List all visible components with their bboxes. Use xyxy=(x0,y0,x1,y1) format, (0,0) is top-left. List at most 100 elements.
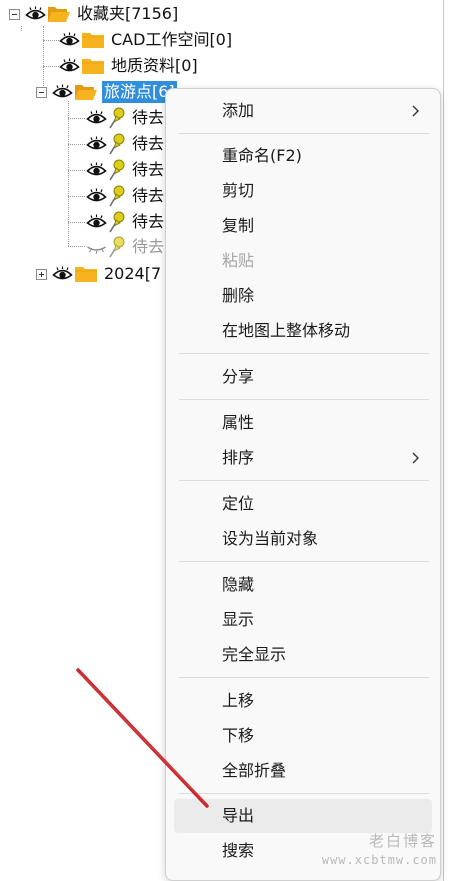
menu-separator xyxy=(179,480,429,481)
menu-item-paste[interactable]: 粘贴 xyxy=(174,244,432,278)
pushpin-icon xyxy=(109,107,125,129)
menu-item-cut[interactable]: 剪切 xyxy=(174,174,432,208)
tree-label[interactable]: 待去 xyxy=(130,107,166,129)
menu-item-label: 隐藏 xyxy=(222,575,255,594)
menu-item-add[interactable]: 添加 xyxy=(174,94,432,128)
tree-row-placemark[interactable]: 待去 xyxy=(86,157,166,183)
tree-label[interactable]: 待去 xyxy=(130,236,166,258)
eye-icon[interactable] xyxy=(86,136,107,152)
tree-connector xyxy=(68,196,85,197)
tree-connector xyxy=(68,246,85,247)
tree-row-placemark[interactable]: 待去 xyxy=(86,183,166,209)
menu-item-rename[interactable]: 重命名(F2) xyxy=(174,139,432,173)
menu-item-label: 导出 xyxy=(222,806,255,825)
tree-connector xyxy=(68,101,69,246)
pushpin-icon xyxy=(109,236,125,258)
eye-icon[interactable] xyxy=(86,110,107,126)
pushpin-icon xyxy=(109,211,125,233)
tree-label[interactable]: 待去 xyxy=(130,211,166,233)
tree-row-2024[interactable]: 2024[7 xyxy=(36,261,163,287)
collapse-toggle[interactable] xyxy=(9,8,20,20)
tree-label[interactable]: 地质资料[0] xyxy=(109,55,200,77)
tree-row-cad-workspace[interactable]: CAD工作空间[0] xyxy=(59,27,234,53)
eye-icon[interactable] xyxy=(59,32,80,48)
menu-item-move-down[interactable]: 下移 xyxy=(174,719,432,753)
menu-item-share[interactable]: 分享 xyxy=(174,360,432,394)
menu-item-delete[interactable]: 删除 xyxy=(174,279,432,313)
tree-connector xyxy=(43,40,59,41)
menu-separator xyxy=(179,353,429,354)
menu-item-label: 删除 xyxy=(222,286,255,305)
tree-label[interactable]: 2024[7 xyxy=(102,263,163,285)
menu-item-set-current[interactable]: 设为当前对象 xyxy=(174,522,432,556)
eye-icon[interactable] xyxy=(86,214,107,230)
menu-item-label: 搜索 xyxy=(222,841,255,860)
menu-separator xyxy=(179,793,429,794)
menu-item-label: 设为当前对象 xyxy=(222,529,319,548)
menu-item-label: 上移 xyxy=(222,691,255,710)
tree-connector xyxy=(68,222,85,223)
menu-item-locate[interactable]: 定位 xyxy=(174,487,432,521)
menu-item-collapse-all[interactable]: 全部折叠 xyxy=(174,754,432,788)
tree-row-placemark[interactable]: 待去 xyxy=(86,209,166,235)
expand-toggle[interactable] xyxy=(36,268,47,280)
eye-closed-icon[interactable] xyxy=(86,239,107,255)
tree-label[interactable]: 待去 xyxy=(130,185,166,207)
tree-label[interactable]: CAD工作空间[0] xyxy=(109,29,234,51)
tree-connector xyxy=(43,66,59,67)
tree-row-root[interactable]: 收藏夹[7156] xyxy=(9,1,180,27)
eye-icon[interactable] xyxy=(59,58,80,74)
menu-item-label: 完全显示 xyxy=(222,645,287,664)
open-folder-icon xyxy=(75,85,97,100)
folder-icon xyxy=(82,59,104,74)
menu-item-label: 属性 xyxy=(222,413,255,432)
menu-item-label: 显示 xyxy=(222,610,255,629)
menu-item-show[interactable]: 显示 xyxy=(174,603,432,637)
menu-item-show-all[interactable]: 完全显示 xyxy=(174,638,432,672)
eye-icon[interactable] xyxy=(52,84,73,100)
pushpin-icon xyxy=(109,159,125,181)
menu-item-label: 在地图上整体移动 xyxy=(222,321,351,340)
pushpin-icon xyxy=(109,185,125,207)
menu-item-hide[interactable]: 隐藏 xyxy=(174,568,432,602)
tree-row-tourist-spots[interactable]: 旅游点[6] xyxy=(36,79,177,105)
tree-row-placemark-hidden[interactable]: 待去 xyxy=(86,234,166,260)
menu-item-move-up[interactable]: 上移 xyxy=(174,684,432,718)
menu-item-label: 重命名(F2) xyxy=(222,146,302,165)
tree-row-placemark[interactable]: 待去 xyxy=(86,131,166,157)
chevron-right-icon xyxy=(412,105,419,117)
folder-icon xyxy=(82,33,104,48)
tree-label[interactable]: 待去 xyxy=(130,159,166,181)
tree-label[interactable]: 待去 xyxy=(130,133,166,155)
folder-icon xyxy=(75,267,97,282)
eye-icon[interactable] xyxy=(86,162,107,178)
menu-item-label: 复制 xyxy=(222,216,255,235)
tree-row-placemark[interactable]: 待去 xyxy=(86,105,166,131)
tree-label[interactable]: 收藏夹[7156] xyxy=(75,3,180,25)
tree-connector xyxy=(68,144,85,145)
menu-item-label: 剪切 xyxy=(222,181,255,200)
menu-item-label: 下移 xyxy=(222,726,255,745)
tree-connector xyxy=(68,170,85,171)
collapse-toggle[interactable] xyxy=(36,86,47,98)
chevron-right-icon xyxy=(412,452,419,464)
menu-separator xyxy=(179,399,429,400)
eye-icon[interactable] xyxy=(25,6,46,22)
menu-item-label: 粘贴 xyxy=(222,251,255,270)
menu-item-move-on-map[interactable]: 在地图上整体移动 xyxy=(174,314,432,348)
menu-item-label: 添加 xyxy=(222,101,255,120)
eye-icon[interactable] xyxy=(86,188,107,204)
menu-separator xyxy=(179,133,429,134)
menu-item-properties[interactable]: 属性 xyxy=(174,406,432,440)
menu-item-export[interactable]: 导出 xyxy=(174,799,432,833)
menu-separator xyxy=(179,677,429,678)
menu-item-copy[interactable]: 复制 xyxy=(174,209,432,243)
menu-item-label: 全部折叠 xyxy=(222,761,287,780)
eye-icon[interactable] xyxy=(52,266,73,282)
menu-separator xyxy=(179,561,429,562)
menu-item-search[interactable]: 搜索 xyxy=(174,834,432,868)
context-menu: 添加 重命名(F2) 剪切 复制 粘贴 删除 在地图上整体移动 分享 属性 排序… xyxy=(165,88,441,881)
tree-row-geology[interactable]: 地质资料[0] xyxy=(59,53,200,79)
menu-item-label: 分享 xyxy=(222,367,255,386)
menu-item-sort[interactable]: 排序 xyxy=(174,441,432,475)
